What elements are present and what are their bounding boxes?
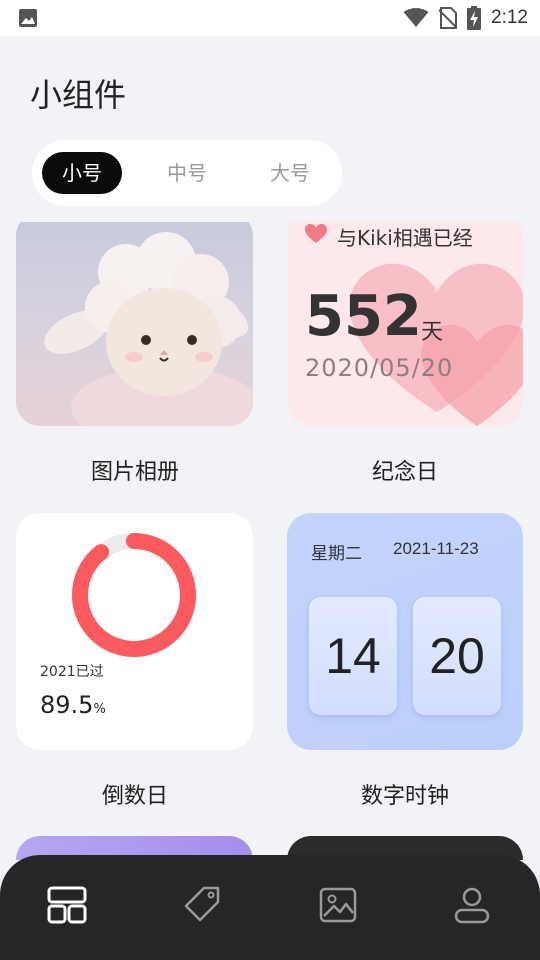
photo-album-widget[interactable] bbox=[16, 222, 253, 426]
plush-lamb-photo bbox=[44, 232, 253, 426]
heart-icon bbox=[305, 224, 327, 243]
countdown-caption: 2021已过 bbox=[40, 664, 104, 680]
clock-hour: 14 bbox=[325, 628, 381, 684]
clock-time: 2:12 bbox=[491, 7, 528, 28]
widget-grid: 与Kiki相遇已经 552 天 2020/05/20 2021已过 89.5% … bbox=[0, 222, 540, 860]
bottom-nav bbox=[0, 855, 540, 960]
clock-date: 2021-11-23 bbox=[393, 539, 479, 558]
status-icons: 2:12 bbox=[403, 6, 528, 30]
image-icon bbox=[19, 9, 37, 27]
page-title: 小组件 bbox=[30, 76, 127, 114]
progress-ring-fill bbox=[72, 533, 196, 657]
status-bar: 2:12 bbox=[0, 0, 540, 36]
anniversary-label: 纪念日 bbox=[371, 460, 438, 485]
progress-ring bbox=[72, 533, 196, 657]
anniversary-widget[interactable]: 与Kiki相遇已经 552 天 2020/05/20 bbox=[287, 222, 523, 426]
battery-charging-icon bbox=[467, 6, 482, 30]
clock-hour-card: 14 bbox=[309, 597, 397, 715]
tab-medium[interactable]: 中号 bbox=[147, 152, 227, 194]
countdown-label: 倒数日 bbox=[101, 784, 168, 809]
countdown-percent: 89.5% bbox=[40, 691, 106, 719]
tab-large[interactable]: 大号 bbox=[250, 152, 330, 194]
clock-minute: 20 bbox=[429, 628, 485, 684]
photo-album-label: 图片相册 bbox=[90, 460, 179, 485]
size-tabs: 小号 中号 大号 bbox=[32, 140, 342, 206]
tag-icon[interactable] bbox=[180, 883, 224, 927]
anniversary-days: 552 bbox=[305, 284, 422, 349]
clock-weekday: 星期二 bbox=[311, 544, 362, 564]
digital-clock-label: 数字时钟 bbox=[360, 784, 449, 809]
widgets-icon[interactable] bbox=[45, 883, 89, 927]
countdown-widget[interactable]: 2021已过 89.5% bbox=[16, 513, 253, 750]
anniversary-date: 2020/05/20 bbox=[305, 354, 454, 382]
tab-small[interactable]: 小号 bbox=[42, 152, 122, 194]
percent-sign: % bbox=[93, 702, 106, 717]
no-sim-icon bbox=[439, 7, 458, 29]
profile-icon[interactable] bbox=[450, 883, 494, 927]
anniversary-unit: 天 bbox=[421, 320, 444, 345]
digital-clock-widget[interactable]: 星期二 2021-11-23 14 20 bbox=[287, 513, 523, 750]
anniversary-title: 与Kiki相遇已经 bbox=[337, 226, 473, 250]
countdown-percent-value: 89.5 bbox=[40, 691, 94, 719]
gallery-icon[interactable] bbox=[316, 883, 360, 927]
clock-minute-card: 20 bbox=[413, 597, 501, 715]
wifi-icon bbox=[403, 8, 429, 27]
